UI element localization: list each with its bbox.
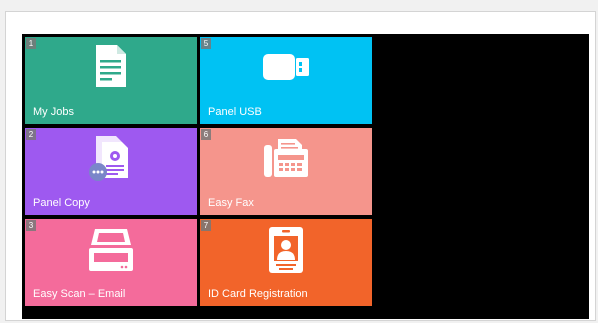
tile-number-badge: 6 (201, 129, 211, 140)
tile-my-jobs[interactable]: 1 My Jobs (25, 37, 197, 124)
tile-label: Easy Scan – Email (33, 288, 126, 300)
tile-number-badge: 2 (26, 129, 36, 140)
app-frame: 1 My Jobs 2 Panel Copy 3 Easy Scan – Ema… (5, 11, 596, 321)
fax-icon (264, 139, 308, 182)
tile-label: Panel USB (208, 106, 262, 118)
tile-number-badge: 3 (26, 220, 36, 231)
tile-panel-usb[interactable]: 5 Panel USB (200, 37, 372, 124)
tile-grid: 1 My Jobs 2 Panel Copy 3 Easy Scan – Ema… (22, 34, 589, 319)
tile-number-badge: 1 (26, 38, 36, 49)
tile-panel-copy[interactable]: 2 Panel Copy (25, 128, 197, 215)
document-icon (96, 45, 126, 92)
tile-label: Easy Fax (208, 197, 254, 209)
tile-label: ID Card Registration (208, 288, 308, 300)
tile-label: Panel Copy (33, 197, 90, 209)
tile-label: My Jobs (33, 106, 74, 118)
usb-icon (263, 54, 309, 85)
copy-icon (88, 134, 134, 187)
tile-easy-scan-email[interactable]: 3 Easy Scan – Email (25, 219, 197, 306)
tile-number-badge: 7 (201, 220, 211, 231)
tile-easy-fax[interactable]: 6 Easy Fax (200, 128, 372, 215)
tile-id-card-registration[interactable]: 7 ID Card Registration (200, 219, 372, 306)
id-card-icon (269, 227, 303, 278)
scanner-icon (89, 229, 133, 276)
tile-number-badge: 5 (201, 38, 211, 49)
